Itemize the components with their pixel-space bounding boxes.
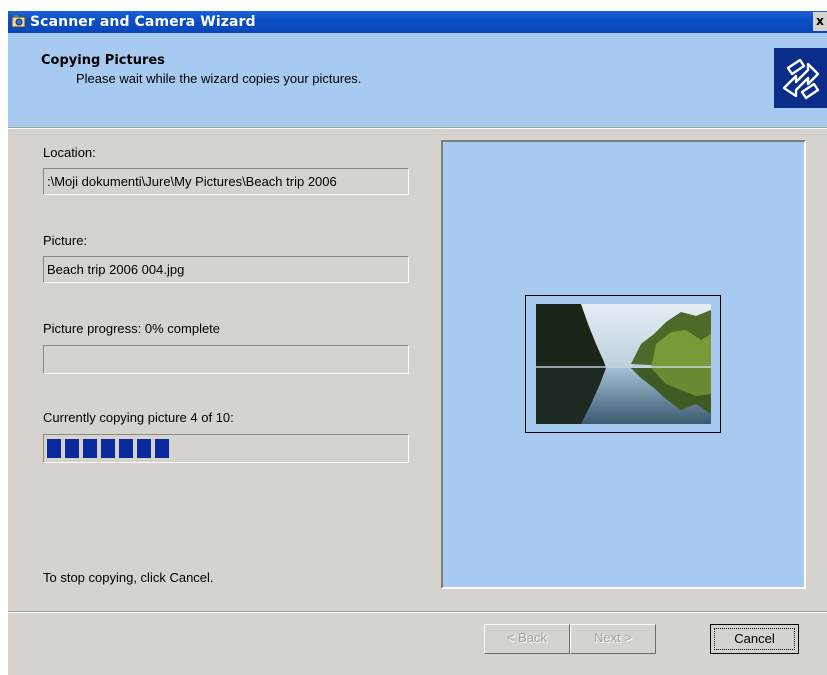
progress-block: [119, 439, 133, 458]
overall-progress-bar: [43, 434, 409, 463]
back-button[interactable]: < Back: [484, 624, 570, 654]
page-title: Copying Pictures: [41, 53, 165, 68]
overall-progress-label: Currently copying picture 4 of 10:: [43, 410, 234, 425]
location-field: :\Moji dokumenti\Jure\My Pictures\Beach …: [43, 168, 409, 195]
cancel-button[interactable]: Cancel: [710, 624, 799, 654]
picture-field: Beach trip 2006 004.jpg: [43, 256, 409, 283]
window-title: Scanner and Camera Wizard: [30, 14, 256, 30]
location-label: Location:: [43, 145, 96, 160]
camera-wizard-logo-icon: [774, 48, 827, 108]
footer-divider-highlight: [8, 612, 827, 613]
progress-block: [65, 439, 79, 458]
progress-block: [83, 439, 97, 458]
wizard-window: Scanner and Camera Wizard x Copying Pict…: [8, 11, 827, 675]
progress-block: [137, 439, 151, 458]
picture-thumbnail: [536, 304, 711, 424]
progress-block: [155, 439, 169, 458]
picture-label: Picture:: [43, 233, 88, 248]
picture-preview-pane: [441, 140, 806, 589]
progress-block: [47, 439, 61, 458]
header-divider-highlight: [8, 128, 827, 129]
thumbnail-frame: [525, 295, 721, 433]
next-button[interactable]: Next >: [570, 624, 656, 654]
scanner-camera-icon: [11, 15, 26, 28]
progress-block: [101, 439, 115, 458]
close-button[interactable]: x: [813, 12, 827, 31]
page-subtitle: Please wait while the wizard copies your…: [76, 71, 362, 86]
wizard-header: Copying Pictures Please wait while the w…: [8, 33, 827, 127]
picture-progress-bar: [43, 345, 409, 374]
title-bar[interactable]: Scanner and Camera Wizard x: [8, 11, 827, 33]
cancel-button-label: Cancel: [714, 628, 795, 650]
picture-progress-label: Picture progress: 0% complete: [43, 321, 221, 336]
stop-instructions: To stop copying, click Cancel.: [43, 570, 214, 585]
